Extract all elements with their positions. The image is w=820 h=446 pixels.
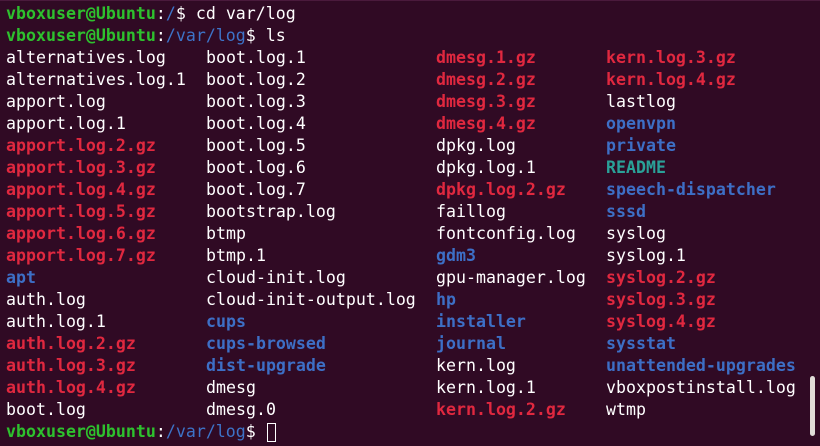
file-entry: wtmp xyxy=(606,400,646,419)
file-entry: cloud-init.log xyxy=(206,268,346,287)
file-entry: boot.log.6 xyxy=(206,158,306,177)
directory-entry: dist-upgrade xyxy=(206,356,326,375)
file-entry: kern.log xyxy=(436,356,516,375)
directory-entry: sysstat xyxy=(606,334,676,353)
prompt-dollar: $ xyxy=(245,422,266,441)
archive-entry: dpkg.log.2.gz xyxy=(436,180,566,199)
archive-entry: apport.log.5.gz xyxy=(6,202,156,221)
prompt-dollar: $ xyxy=(245,26,266,45)
file-entry: cloud-init-output.log xyxy=(206,290,416,309)
directory-entry: installer xyxy=(436,312,526,331)
prompt-path: /var/log xyxy=(165,26,246,45)
command-text: ls xyxy=(265,26,286,45)
directory-entry: apt xyxy=(6,268,36,287)
prompt-line-cd: vboxuser@Ubuntu:/$ cd var/log xyxy=(6,3,296,25)
file-entry: alternatives.log xyxy=(6,48,166,67)
terminal-output[interactable]: vboxuser@Ubuntu:/$ cd var/log vboxuser@U… xyxy=(6,0,806,446)
file-entry: dmesg.0 xyxy=(206,400,276,419)
file-entry: faillog xyxy=(436,202,506,221)
archive-entry: apport.log.7.gz xyxy=(6,246,156,265)
file-entry: auth.log.1 xyxy=(6,312,106,331)
file-entry: boot.log.1 xyxy=(206,48,306,67)
file-entry: kern.log.1 xyxy=(436,378,536,397)
prompt-separator: : xyxy=(155,422,166,441)
archive-entry: dmesg.4.gz xyxy=(436,114,536,133)
archive-entry: auth.log.4.gz xyxy=(6,378,136,397)
prompt-line-ls: vboxuser@Ubuntu:/var/log$ ls xyxy=(6,25,286,47)
archive-entry: kern.log.3.gz xyxy=(606,48,736,67)
directory-entry: hp xyxy=(436,290,456,309)
prompt-user: vboxuser@Ubuntu xyxy=(6,4,156,23)
file-entry: boot.log.2 xyxy=(206,70,306,89)
directory-entry: unattended-upgrades xyxy=(606,356,796,375)
file-entry: dpkg.log xyxy=(436,136,516,155)
prompt-separator: : xyxy=(155,4,166,23)
archive-entry: kern.log.2.gz xyxy=(436,400,566,419)
archive-entry: apport.log.6.gz xyxy=(6,224,156,243)
archive-entry: dmesg.3.gz xyxy=(436,92,536,111)
prompt-path: / xyxy=(165,4,176,23)
directory-entry: cups xyxy=(206,312,246,331)
file-entry: apport.log xyxy=(6,92,106,111)
file-entry: btmp xyxy=(206,224,246,243)
archive-entry: dmesg.1.gz xyxy=(436,48,536,67)
directory-entry: gdm3 xyxy=(436,246,476,265)
file-entry: boot.log xyxy=(6,400,86,419)
file-entry: syslog.1 xyxy=(606,246,686,265)
file-entry: boot.log.3 xyxy=(206,92,306,111)
scrollbar-thumb[interactable] xyxy=(810,376,815,436)
file-entry: boot.log.5 xyxy=(206,136,306,155)
archive-entry: dmesg.2.gz xyxy=(436,70,536,89)
archive-entry: apport.log.4.gz xyxy=(6,180,156,199)
archive-entry: syslog.2.gz xyxy=(606,268,716,287)
archive-entry: syslog.3.gz xyxy=(606,290,716,309)
directory-entry: private xyxy=(606,136,676,155)
archive-entry: apport.log.2.gz xyxy=(6,136,156,155)
file-entry: syslog xyxy=(606,224,666,243)
command-text: cd var/log xyxy=(195,4,296,23)
file-entry: apport.log.1 xyxy=(6,114,126,133)
prompt-path: /var/log xyxy=(165,422,246,441)
prompt-separator: : xyxy=(155,26,166,45)
directory-entry: openvpn xyxy=(606,114,676,133)
directory-entry: cups-browsed xyxy=(206,334,326,353)
prompt-line-current[interactable]: vboxuser@Ubuntu:/var/log$ xyxy=(6,421,276,443)
file-entry: README xyxy=(606,158,666,177)
prompt-user: vboxuser@Ubuntu xyxy=(6,26,156,45)
directory-entry: speech-dispatcher xyxy=(606,180,776,199)
file-entry: btmp.1 xyxy=(206,246,266,265)
archive-entry: syslog.4.gz xyxy=(606,312,716,331)
file-entry: dpkg.log.1 xyxy=(436,158,536,177)
archive-entry: auth.log.3.gz xyxy=(6,356,136,375)
file-entry: fontconfig.log xyxy=(436,224,576,243)
directory-entry: sssd xyxy=(606,202,646,221)
directory-entry: journal xyxy=(436,334,506,353)
archive-entry: auth.log.2.gz xyxy=(6,334,136,353)
file-entry: boot.log.7 xyxy=(206,180,306,199)
text-cursor xyxy=(266,423,276,442)
prompt-dollar: $ xyxy=(175,4,196,23)
file-entry: alternatives.log.1 xyxy=(6,70,186,89)
prompt-user: vboxuser@Ubuntu xyxy=(6,422,156,441)
file-entry: auth.log xyxy=(6,290,86,309)
file-entry: dmesg xyxy=(206,378,256,397)
archive-entry: kern.log.4.gz xyxy=(606,70,736,89)
file-entry: vboxpostinstall.log xyxy=(606,378,796,397)
archive-entry: apport.log.3.gz xyxy=(6,158,156,177)
file-entry: boot.log.4 xyxy=(206,114,306,133)
file-entry: bootstrap.log xyxy=(206,202,336,221)
file-entry: lastlog xyxy=(606,92,676,111)
file-entry: gpu-manager.log xyxy=(436,268,586,287)
